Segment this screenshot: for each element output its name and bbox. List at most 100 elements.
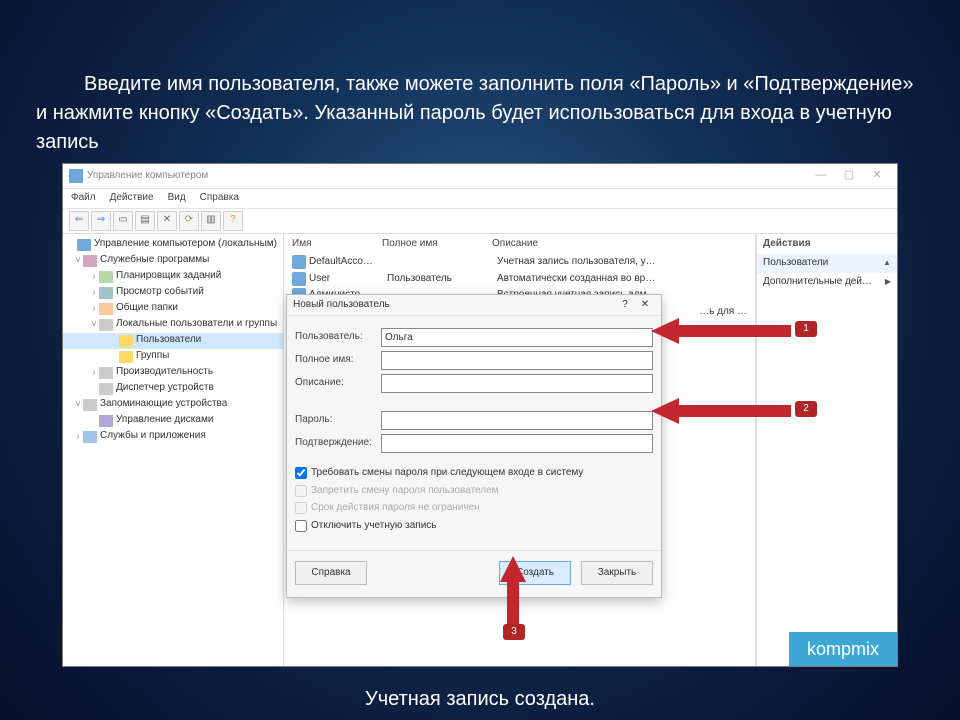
user-name: User	[309, 272, 387, 287]
nav-tree: Управление компьютером (локальным) ˅Служ…	[63, 234, 284, 668]
tree-services[interactable]: Службы и приложения	[100, 429, 206, 444]
maximize-button[interactable]: ▢	[835, 168, 863, 184]
actions-item-more[interactable]: Дополнительные дей… ▶	[757, 273, 897, 292]
user-row[interactable]: UserПользовательАвтоматически созданная …	[284, 271, 755, 288]
help-button[interactable]: Справка	[295, 561, 367, 585]
checkbox-disable-account[interactable]: Отключить учетную запись	[295, 519, 653, 534]
tree-local-users[interactable]: Локальные пользователи и группы	[116, 317, 277, 332]
tree-storage[interactable]: Запоминающие устройства	[100, 397, 227, 412]
menu-help[interactable]: Справка	[200, 191, 239, 206]
user-icon	[292, 255, 306, 269]
input-desc[interactable]	[381, 374, 653, 393]
col-desc[interactable]: Описание	[492, 237, 747, 252]
close-button[interactable]: ✕	[863, 168, 891, 184]
arrow-2	[651, 396, 791, 432]
tree-devmgr[interactable]: Диспетчер устройств	[116, 381, 214, 396]
services-icon	[83, 431, 97, 443]
checkbox-label: Требовать смены пароля при следующем вхо…	[311, 466, 583, 481]
user-icon	[292, 272, 306, 286]
folder-icon	[119, 335, 133, 347]
collapse-icon: ▲	[883, 257, 891, 269]
dialog-title: Новый пользователь	[293, 298, 615, 313]
arrow-3	[498, 556, 528, 632]
tree-groups[interactable]: Группы	[136, 349, 169, 364]
label-username: Пользователь:	[295, 330, 381, 345]
storage-icon	[83, 399, 97, 411]
label-fullname: Полное имя:	[295, 353, 381, 368]
badge-1: 1	[795, 321, 817, 337]
tool-props-icon[interactable]: ▤	[135, 211, 155, 231]
menu-action[interactable]: Действие	[110, 191, 154, 206]
tree-root[interactable]: Управление компьютером (локальным)	[94, 237, 277, 252]
badge-2: 2	[795, 401, 817, 417]
checkbox-label: Срок действия пароля не ограничен	[311, 501, 480, 516]
tree-performance[interactable]: Производительность	[116, 365, 213, 380]
input-fullname[interactable]	[381, 351, 653, 370]
checkbox-no-change: Запретить смену пароля пользователем	[295, 484, 653, 499]
share-icon	[99, 303, 113, 315]
label-desc: Описание:	[295, 376, 381, 391]
footer-note: Учетная запись создана.	[36, 685, 924, 714]
window-titlebar: Управление компьютером — ▢ ✕	[63, 164, 897, 189]
menu-file[interactable]: Файл	[71, 191, 96, 206]
tool-export-icon[interactable]: ✕	[157, 211, 177, 231]
tool-refresh-icon[interactable]: ⟳	[179, 211, 199, 231]
tool-fwd-icon[interactable]: ⇒	[91, 211, 111, 231]
tree-events[interactable]: Просмотр событий	[116, 285, 204, 300]
user-desc: Автоматически созданная во вр…	[497, 272, 747, 287]
user-full: Пользователь	[387, 272, 497, 287]
input-confirm[interactable]	[381, 434, 653, 453]
toolbar: ⇐ ⇒ ▭ ▤ ✕ ⟳ ▥ ?	[63, 209, 897, 234]
tool-up-icon[interactable]: ▭	[113, 211, 133, 231]
perf-icon	[99, 367, 113, 379]
column-headers: Имя Полное имя Описание	[284, 234, 755, 255]
watermark: kompmix	[789, 632, 897, 666]
input-password[interactable]	[381, 411, 653, 430]
user-name: DefaultAcco…	[309, 255, 387, 270]
folder-icon	[119, 351, 133, 363]
disk-icon	[99, 415, 113, 427]
device-icon	[99, 383, 113, 395]
dialog-close-icon[interactable]: ✕	[635, 298, 655, 313]
label-confirm: Подтверждение:	[295, 436, 381, 451]
menubar: Файл Действие Вид Справка	[63, 189, 897, 209]
badge-3: 3	[503, 624, 525, 640]
instruction-text: Введите имя пользователя, также можете з…	[36, 70, 924, 157]
label-password: Пароль:	[295, 413, 381, 428]
tree-shared[interactable]: Общие папки	[116, 301, 178, 316]
user-row[interactable]: DefaultAcco… Учетная запись пользователя,…	[284, 254, 755, 271]
arrow-1	[651, 316, 791, 352]
actions-item-users[interactable]: Пользователи ▲	[757, 254, 897, 273]
tree-diskmgr[interactable]: Управление дисками	[116, 413, 213, 428]
menu-view[interactable]: Вид	[168, 191, 186, 206]
chevron-right-icon: ▶	[885, 276, 891, 288]
app-icon	[69, 169, 83, 183]
checkbox-label: Отключить учетную запись	[311, 519, 437, 534]
users-groups-icon	[99, 319, 113, 331]
actions-item-label: Пользователи	[763, 256, 828, 271]
checkbox-require-change[interactable]: Требовать смены пароля при следующем вхо…	[295, 466, 653, 481]
actions-pane: Действия Пользователи▲ Дополнительные де…	[756, 234, 897, 668]
col-fullname[interactable]: Полное имя	[382, 237, 492, 252]
tool-back-icon[interactable]: ⇐	[69, 211, 89, 231]
close-dialog-button[interactable]: Закрыть	[581, 561, 653, 585]
tree-users[interactable]: Пользователи	[136, 333, 201, 348]
tools-icon	[83, 255, 97, 267]
col-name[interactable]: Имя	[292, 237, 382, 252]
checkbox-never-expire: Срок действия пароля не ограничен	[295, 501, 653, 516]
tool-help-icon[interactable]: ?	[223, 211, 243, 231]
tree-scheduler[interactable]: Планировщик заданий	[116, 269, 221, 284]
computer-icon	[77, 239, 91, 251]
window-title: Управление компьютером	[87, 169, 807, 184]
minimize-button[interactable]: —	[807, 168, 835, 184]
input-username[interactable]	[381, 328, 653, 347]
new-user-dialog: Новый пользователь ? ✕ Пользователь: Пол…	[286, 294, 662, 599]
user-desc: Учетная запись пользователя, у…	[497, 255, 747, 270]
tree-system-tools[interactable]: Служебные программы	[100, 253, 209, 268]
scheduler-icon	[99, 271, 113, 283]
checkbox-label: Запретить смену пароля пользователем	[311, 484, 499, 499]
dialog-help-icon[interactable]: ?	[615, 298, 635, 313]
actions-item-label: Дополнительные дей…	[763, 275, 872, 290]
tool-list-icon[interactable]: ▥	[201, 211, 221, 231]
screenshot-panel: Управление компьютером — ▢ ✕ Файл Действ…	[62, 163, 898, 667]
